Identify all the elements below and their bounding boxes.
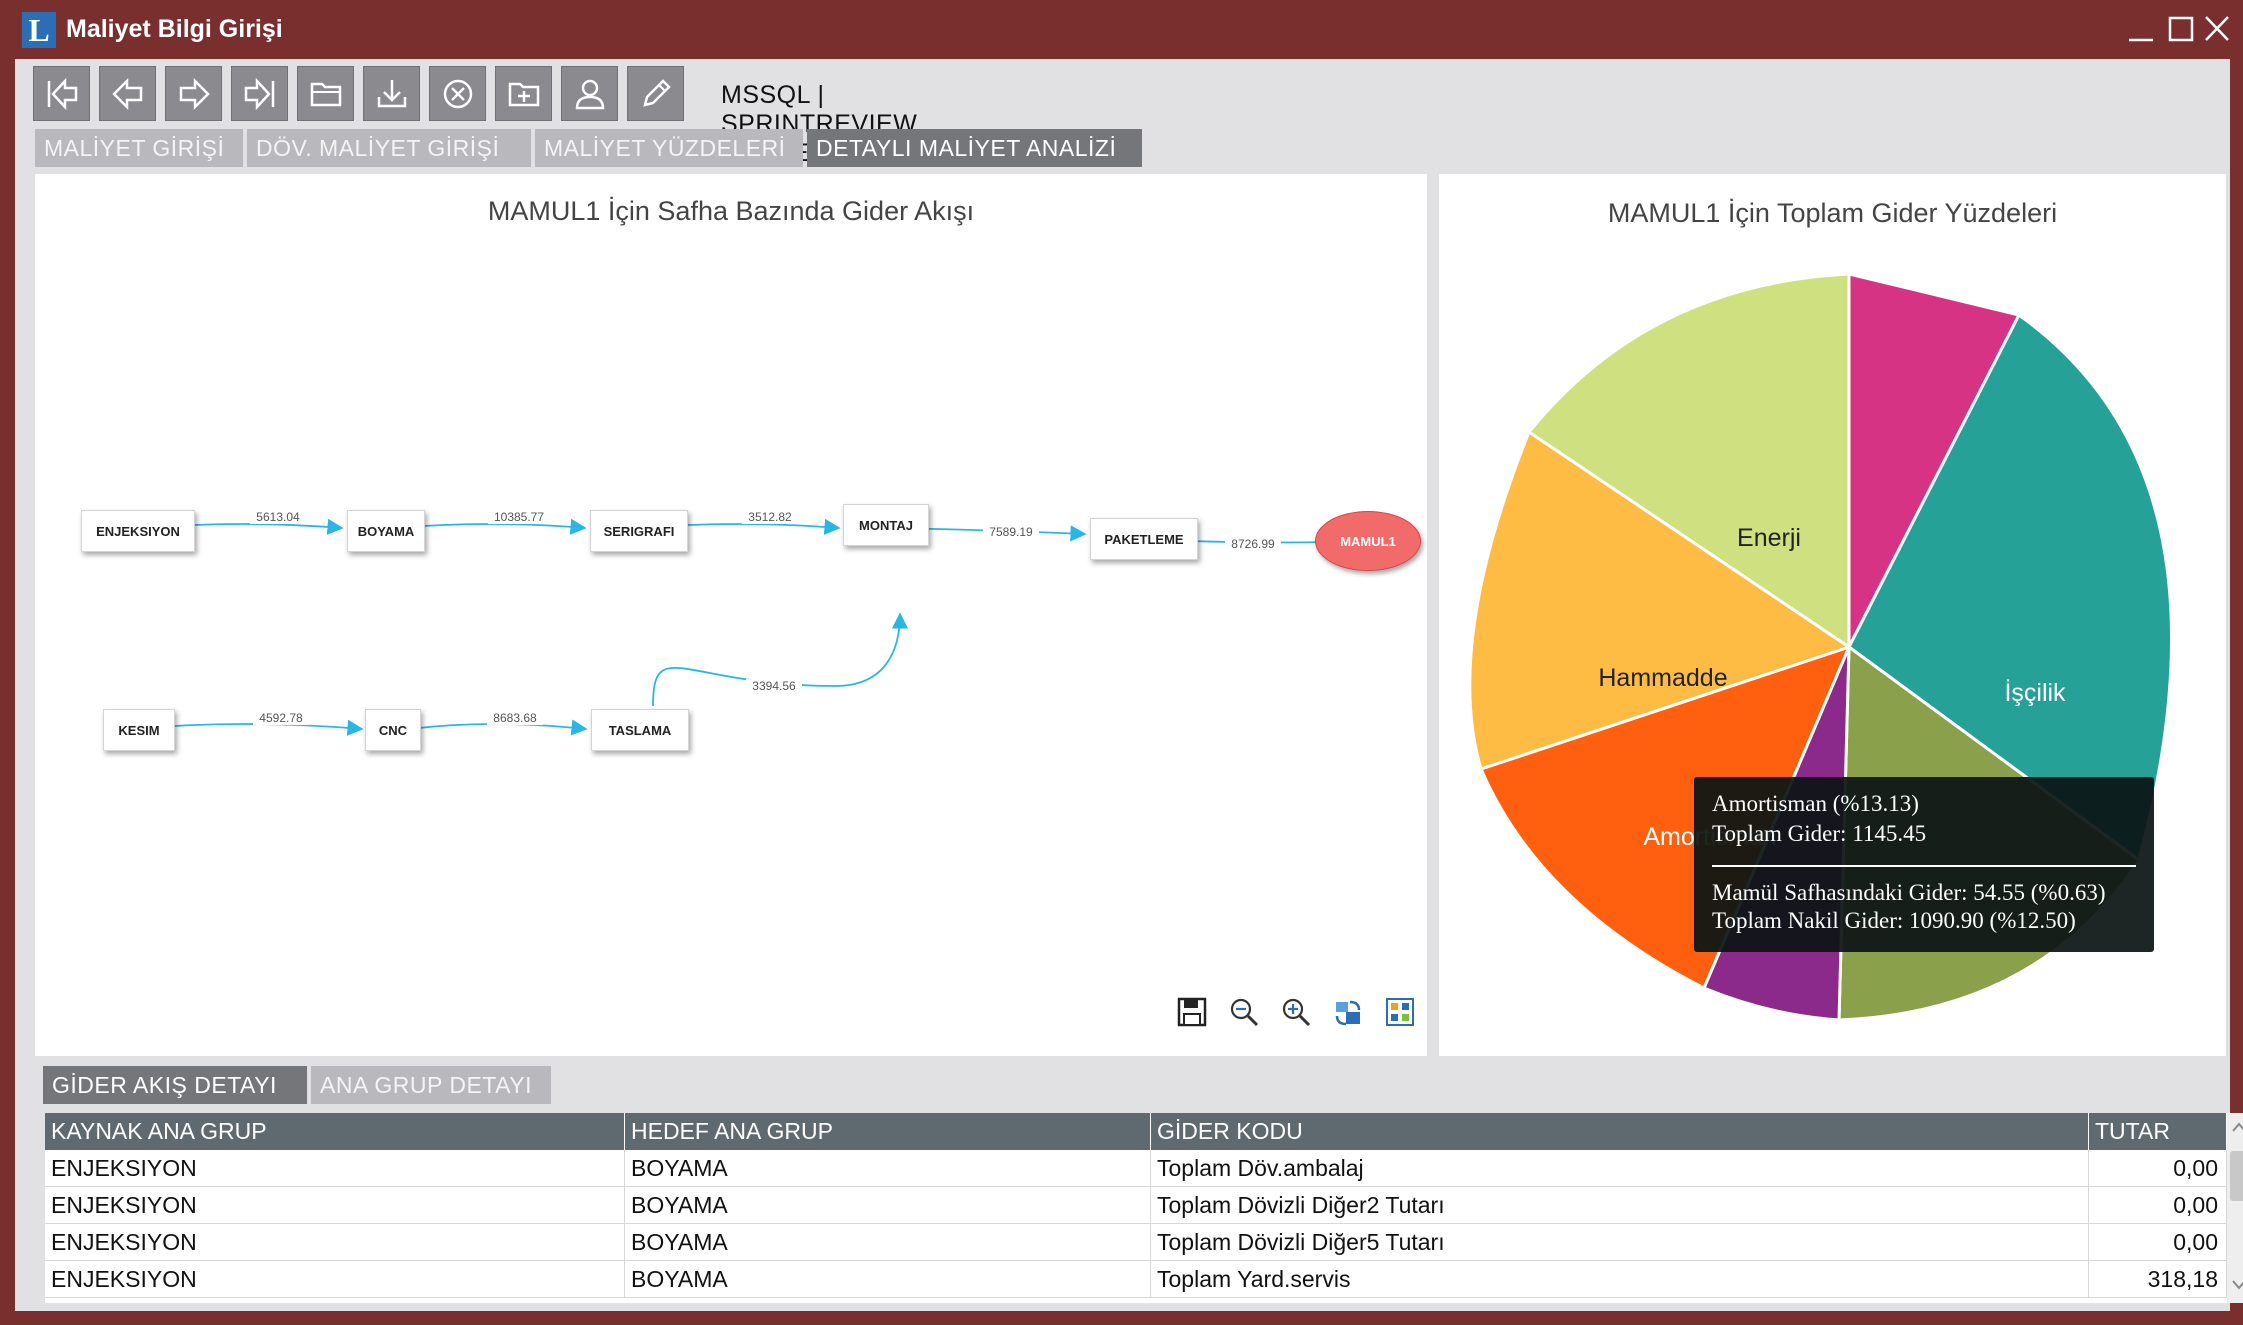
scroll-up-icon[interactable]	[2232, 1122, 2243, 1132]
flow-node-boyama[interactable]: BOYAMA	[347, 510, 425, 552]
table-cell[interactable]: 318,18	[2089, 1261, 2227, 1298]
window-titlebar: L Maliyet Bilgi Girişi	[0, 0, 2243, 59]
tab-detayli-maliyet-analizi[interactable]: DETAYLI MALİYET ANALİZİ	[807, 129, 1142, 167]
column-header-gider-kodu[interactable]: GİDER KODU	[1151, 1113, 2089, 1150]
edge-label-enj-boy: 5613.04	[256, 510, 300, 524]
flow-toolbar	[1174, 994, 1418, 1030]
flow-chart-panel: MAMUL1 İçin Safha Bazında Gider Akışı 56…	[35, 174, 1427, 1056]
previous-record-icon	[111, 77, 142, 110]
table-cell[interactable]: ENJEKSIYON	[45, 1150, 625, 1187]
table-cell[interactable]: ENJEKSIYON	[45, 1261, 625, 1298]
edge-label-kes-cnc: 4592.78	[259, 711, 303, 725]
table-cell[interactable]: BOYAMA	[625, 1261, 1151, 1298]
edge-label-mon-pak: 7589.19	[989, 525, 1033, 539]
column-header-kaynak[interactable]: KAYNAK ANA GRUP	[45, 1113, 625, 1150]
detail-grid: KAYNAK ANA GRUP HEDEF ANA GRUP GİDER KOD…	[45, 1113, 2243, 1303]
first-record-icon	[47, 77, 77, 110]
new-folder-icon	[508, 82, 539, 106]
table-cell[interactable]: ENJEKSIYON	[45, 1187, 625, 1224]
save-icon[interactable]	[1174, 994, 1210, 1030]
maximize-icon[interactable]	[2164, 8, 2198, 48]
download-icon	[377, 79, 406, 107]
tooltip-nakil: Toplam Nakil Gider: 1090.90 (%12.50)	[1712, 908, 2076, 933]
next-record-icon	[179, 77, 210, 110]
pie-label-enerji: Enerji	[1737, 524, 1801, 552]
table-cell[interactable]: 0,00	[2089, 1187, 2227, 1224]
tab-maliyet-yuzdeleri[interactable]: MALİYET YÜZDELERİ	[535, 129, 803, 167]
table-cell[interactable]: ENJEKSIYON	[45, 1224, 625, 1261]
flow-node-mamul[interactable]: MAMUL1	[1315, 511, 1421, 571]
table-cell[interactable]: BOYAMA	[625, 1150, 1151, 1187]
table-cell[interactable]: 0,00	[2089, 1150, 2227, 1187]
app-logo-icon: L	[22, 12, 56, 48]
cancel-icon	[443, 79, 472, 108]
edit-button[interactable]	[627, 66, 684, 121]
table-cell[interactable]: BOYAMA	[625, 1187, 1151, 1224]
tab-ana-grup-detayi[interactable]: ANA GRUP DETAYI	[311, 1066, 551, 1104]
window-title: Maliyet Bilgi Girişi	[66, 15, 283, 43]
next-record-button[interactable]	[165, 66, 222, 121]
flow-node-kesim[interactable]: KESIM	[103, 709, 175, 751]
tooltip-divider	[1712, 865, 2136, 867]
new-folder-button[interactable]	[495, 66, 552, 121]
zoom-in-icon[interactable]	[1278, 994, 1314, 1030]
previous-record-button[interactable]	[99, 66, 156, 121]
tooltip-total: Toplam Gider: 1145.45	[1712, 821, 1927, 846]
table-cell[interactable]: BOYAMA	[625, 1224, 1151, 1261]
table-cell[interactable]: Toplam Döv.ambalaj	[1151, 1150, 2089, 1187]
close-icon[interactable]	[2200, 8, 2234, 48]
edge-label-ser-mon: 3512.82	[748, 510, 792, 524]
column-header-hedef[interactable]: HEDEF ANA GRUP	[625, 1113, 1151, 1150]
edge-label-tas-mon: 3394.56	[752, 679, 796, 693]
grid-scrollbar[interactable]	[2227, 1113, 2243, 1303]
table-cell[interactable]: 0,00	[2089, 1224, 2227, 1261]
minimize-icon[interactable]	[2124, 8, 2158, 48]
flow-node-cnc[interactable]: CNC	[365, 709, 421, 751]
refresh-icon[interactable]	[1330, 994, 1366, 1030]
tab-maliyet-girisi[interactable]: MALİYET GİRİŞİ	[35, 129, 243, 167]
user-button[interactable]	[561, 66, 618, 121]
edit-pencil-icon	[642, 78, 671, 107]
edge-label-pak-mam: 8726.99	[1231, 537, 1275, 551]
flow-node-serigrafi[interactable]: SERIGRAFI	[590, 510, 688, 552]
scroll-thumb[interactable]	[2230, 1151, 2243, 1201]
flow-edges: 5613.04 10385.77 3512.82 7589.19 8726.99…	[134, 510, 1335, 736]
flow-node-enjeksiyon[interactable]: ENJEKSIYON	[81, 510, 195, 552]
first-record-button[interactable]	[33, 66, 90, 121]
table-cell[interactable]: Toplam Dövizli Diğer2 Tutarı	[1151, 1187, 2089, 1224]
zoom-out-icon[interactable]	[1226, 994, 1262, 1030]
pie-label-hammadde: Hammadde	[1598, 664, 1727, 692]
column-header-tutar[interactable]: TUTAR	[2089, 1113, 2227, 1150]
table-cell[interactable]: Toplam Yard.servis	[1151, 1261, 2089, 1298]
edge-label-boy-ser: 10385.77	[494, 510, 544, 524]
table-cell[interactable]: Toplam Dövizli Diğer5 Tutarı	[1151, 1224, 2089, 1261]
tooltip-title: Amortisman (%13.13)	[1712, 791, 1919, 816]
open-folder-button[interactable]	[297, 66, 354, 121]
last-record-button[interactable]	[231, 66, 288, 121]
download-button[interactable]	[363, 66, 420, 121]
window-client: MSSQL | SPRINTREVIEW / 0 | GENEL MALİYET…	[15, 59, 2243, 1311]
scroll-down-icon[interactable]	[2232, 1280, 2243, 1290]
cancel-button[interactable]	[429, 66, 486, 121]
edge-label-cnc-tas: 8683.68	[493, 711, 537, 725]
flow-node-taslama[interactable]: TASLAMA	[591, 709, 689, 751]
pie-tooltip: Amortisman (%13.13) Toplam Gider: 1145.4…	[1694, 777, 2154, 952]
tooltip-mamul-safha: Mamül Safhasındaki Gider: 54.55 (%0.63)	[1712, 880, 2106, 905]
last-record-icon	[244, 77, 274, 110]
flow-node-paketleme[interactable]: PAKETLEME	[1090, 518, 1198, 560]
layout-icon[interactable]	[1382, 994, 1418, 1030]
tab-dov-maliyet-girisi[interactable]: DÖV. MALİYET GİRİŞİ	[247, 129, 531, 167]
pie-label-iscilik: İşçilik	[2004, 678, 2066, 707]
flow-node-montaj[interactable]: MONTAJ	[843, 504, 929, 546]
folder-icon	[310, 82, 341, 106]
user-icon	[575, 79, 604, 109]
tab-gider-akis-detayi[interactable]: GİDER AKIŞ DETAYI	[43, 1066, 307, 1104]
